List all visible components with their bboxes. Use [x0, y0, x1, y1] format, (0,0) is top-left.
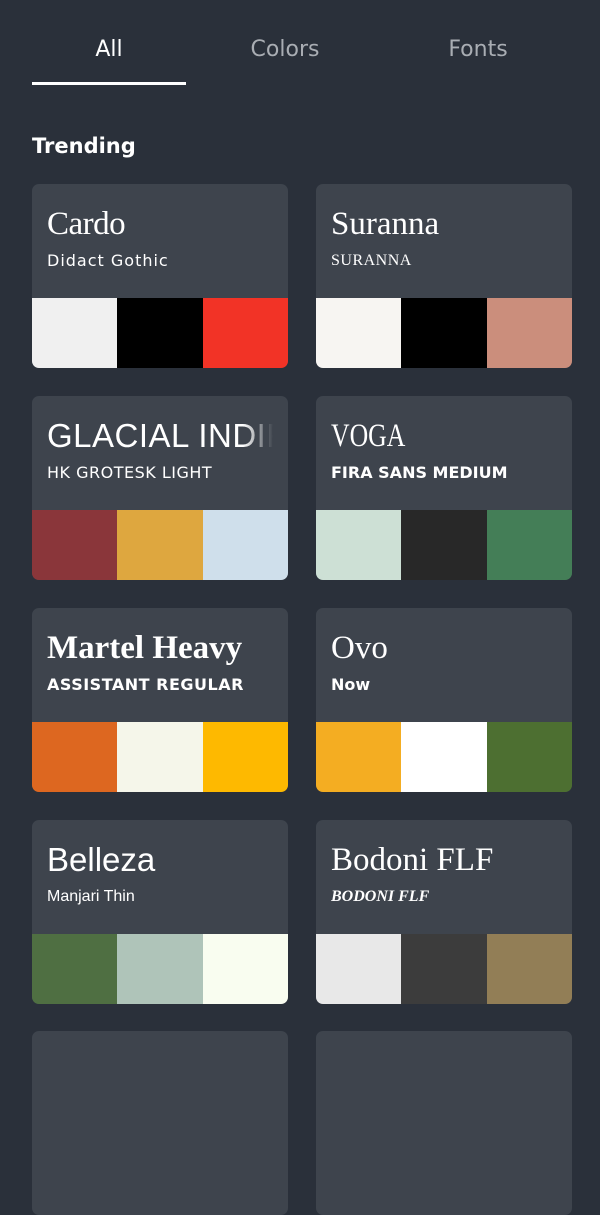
- tab-fonts[interactable]: Fonts: [400, 32, 556, 68]
- color-swatch: [117, 934, 203, 1004]
- active-tab-indicator: [32, 82, 186, 85]
- style-card[interactable]: GLACIAL INDIFFERENCE HK GROTESK LIGHT: [32, 396, 288, 580]
- style-card-partial[interactable]: [32, 1031, 288, 1215]
- color-swatch: [486, 298, 572, 368]
- color-palette: [32, 722, 288, 792]
- style-card-partial[interactable]: [316, 1031, 572, 1215]
- style-card[interactable]: Martel Heavy ASSISTANT REGULAR: [32, 608, 288, 792]
- tab-colors[interactable]: Colors: [208, 32, 362, 68]
- style-card[interactable]: Belleza Manjari Thin: [32, 820, 288, 1004]
- color-swatch: [316, 298, 402, 368]
- color-swatch: [117, 298, 203, 368]
- style-card[interactable]: Suranna SURANNA: [316, 184, 572, 368]
- card-subtitle: FIRA SANS MEDIUM: [331, 463, 508, 482]
- color-swatch: [202, 510, 288, 580]
- card-subtitle: BODONI FLF: [331, 888, 430, 905]
- color-swatch: [202, 722, 288, 792]
- color-palette: [316, 722, 572, 792]
- card-title: Ovo: [331, 630, 388, 666]
- style-card[interactable]: Cardo Didact Gothic: [32, 184, 288, 368]
- color-swatch: [202, 934, 288, 1004]
- color-swatch: [32, 510, 118, 580]
- color-swatch: [117, 510, 203, 580]
- card-subtitle: ASSISTANT REGULAR: [47, 675, 244, 694]
- tab-all[interactable]: All: [32, 32, 186, 68]
- card-title: Belleza: [47, 841, 156, 878]
- color-swatch: [401, 510, 487, 580]
- card-subtitle: SURANNA: [331, 252, 412, 269]
- color-swatch: [486, 722, 572, 792]
- style-card[interactable]: Bodoni FLF BODONI FLF: [316, 820, 572, 1004]
- color-palette: [316, 298, 572, 368]
- card-title: Martel Heavy: [47, 626, 273, 670]
- color-swatch: [401, 722, 487, 792]
- card-title: Cardo: [47, 206, 126, 242]
- color-swatch: [401, 934, 487, 1004]
- card-title: Suranna: [331, 206, 440, 242]
- card-subtitle: Manjari Thin: [47, 888, 135, 905]
- color-swatch: [486, 510, 572, 580]
- color-swatch: [32, 298, 118, 368]
- color-swatch: [202, 298, 288, 368]
- card-subtitle: HK GROTESK LIGHT: [47, 463, 213, 482]
- color-swatch: [32, 722, 118, 792]
- color-swatch: [32, 934, 118, 1004]
- style-card[interactable]: VOGA FIRA SANS MEDIUM: [316, 396, 572, 580]
- color-swatch: [316, 722, 402, 792]
- card-title: Bodoni FLF: [331, 842, 494, 878]
- color-swatch: [117, 722, 203, 792]
- color-palette: [316, 510, 572, 580]
- color-swatch: [316, 510, 402, 580]
- section-title-trending: Trending: [32, 134, 136, 158]
- card-subtitle: Now: [331, 675, 371, 694]
- color-palette: [32, 298, 288, 368]
- style-card[interactable]: Ovo Now: [316, 608, 572, 792]
- card-title: VOGA: [331, 418, 406, 454]
- color-palette: [316, 934, 572, 1004]
- color-palette: [32, 510, 288, 580]
- card-subtitle: Didact Gothic: [47, 251, 169, 270]
- color-palette: [32, 934, 288, 1004]
- card-title: GLACIAL INDIFFERENCE: [47, 414, 273, 458]
- color-swatch: [401, 298, 487, 368]
- color-swatch: [486, 934, 572, 1004]
- tab-bar: All Colors Fonts: [0, 0, 600, 90]
- color-swatch: [316, 934, 402, 1004]
